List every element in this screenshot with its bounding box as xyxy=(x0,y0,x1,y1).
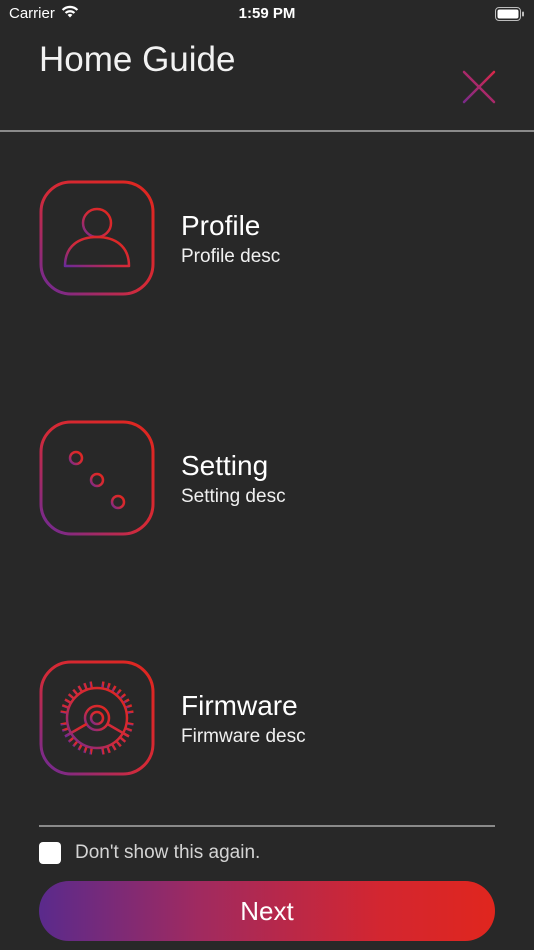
gear-tooth xyxy=(67,693,75,700)
gear-tooth xyxy=(111,685,117,692)
gear-tooth xyxy=(60,710,67,714)
gear-tooth xyxy=(106,682,111,690)
gear-tooth xyxy=(64,698,71,704)
guide-item-firmware[interactable]: Firmware Firmware desc xyxy=(39,660,499,778)
gear-tooth xyxy=(101,748,105,755)
page-title: Home Guide xyxy=(39,40,236,79)
gear-tooth xyxy=(61,727,69,732)
firmware-gear-icon xyxy=(39,660,155,776)
gear-tooth xyxy=(89,681,93,688)
guide-item-setting[interactable]: Setting Setting desc xyxy=(39,420,499,538)
status-bar: Carrier 1:59 PM xyxy=(0,0,534,30)
profile-icon xyxy=(39,180,155,296)
dont-show-label: Don't show this again. xyxy=(75,842,261,863)
gear-tooth xyxy=(77,685,83,692)
gear-tooth xyxy=(125,727,133,732)
gear-tooth xyxy=(72,688,79,696)
gear-tooth xyxy=(106,746,111,754)
gear-tooth xyxy=(61,704,69,709)
gear-tooth xyxy=(125,704,133,709)
dont-show-checkbox[interactable] xyxy=(39,842,61,864)
guide-item-title: Firmware xyxy=(181,690,298,721)
guide-item-title: Setting xyxy=(181,450,269,481)
gear-tooth xyxy=(60,722,67,726)
gear-tooth xyxy=(123,698,130,704)
battery-icon xyxy=(495,7,525,25)
gear-tooth xyxy=(127,710,134,714)
gear-tooth xyxy=(119,736,127,743)
gear-tooth xyxy=(77,744,83,751)
gear-tooth xyxy=(115,740,122,748)
guide-item-profile[interactable]: Profile Profile desc xyxy=(39,180,499,298)
gear-tooth xyxy=(119,693,127,700)
gear-tooth xyxy=(83,682,88,690)
footer-divider xyxy=(39,825,495,827)
guide-item-desc: Profile desc xyxy=(181,246,281,267)
header-divider xyxy=(0,130,534,132)
close-icon xyxy=(461,69,497,110)
gear-tooth xyxy=(115,688,122,696)
gear-tooth xyxy=(127,722,134,726)
guide-item-title: Profile xyxy=(181,210,261,241)
gear-tooth xyxy=(111,744,117,751)
gear-tooth xyxy=(72,740,79,748)
guide-item-desc: Setting desc xyxy=(181,486,286,507)
next-button-label: Next xyxy=(240,895,294,926)
close-button[interactable] xyxy=(458,68,500,110)
gear-tooth xyxy=(67,736,75,743)
guide-item-desc: Firmware desc xyxy=(181,726,306,747)
sliders-icon xyxy=(39,420,155,536)
next-button[interactable]: Next xyxy=(39,881,495,941)
gear-tooth xyxy=(89,748,93,755)
gear-tooth xyxy=(101,681,105,688)
status-time: 1:59 PM xyxy=(238,5,296,22)
dont-show-again[interactable]: Don't show this again. xyxy=(39,842,260,864)
gear-tooth xyxy=(83,746,88,754)
